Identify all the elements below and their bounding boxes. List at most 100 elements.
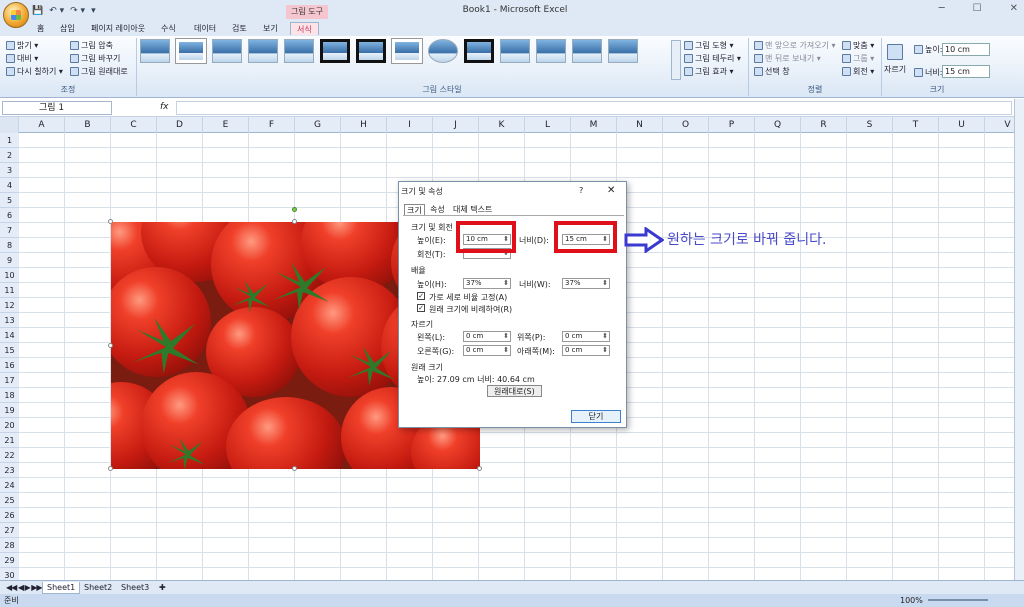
resize-handle[interactable] [292,219,297,224]
gallery-scroll[interactable] [671,40,681,80]
column-header[interactable]: B [65,117,111,133]
style-thumb[interactable] [356,39,386,63]
recolor-button[interactable]: 다시 칠하기 ▾ [6,66,63,77]
scale-height-input[interactable]: 37% [463,278,511,289]
row-header[interactable]: 10 [0,268,19,283]
bring-front-button[interactable]: 맨 앞으로 가져오기 ▾ [754,40,836,51]
style-thumb[interactable] [464,39,494,63]
crop-left-input[interactable]: 0 cm [463,331,511,342]
ribbon-width-input[interactable]: 15 cm [942,65,990,78]
zoom-level[interactable]: 100% [900,594,923,607]
undo-icon[interactable]: ↶ ▾ [49,6,64,16]
resize-handle[interactable] [477,466,482,471]
close-dialog-button[interactable]: 닫기 [571,410,621,423]
dialog-close-x[interactable]: ✕ [607,185,615,196]
name-box[interactable]: 그림 1 [2,101,112,115]
style-thumb[interactable] [428,39,458,63]
zoom-slider[interactable] [928,599,988,601]
row-header[interactable]: 6 [0,208,19,223]
row-header[interactable]: 3 [0,163,19,178]
style-thumb[interactable] [176,39,206,63]
column-header[interactable]: P [709,117,755,133]
column-header[interactable]: M [571,117,617,133]
row-header[interactable]: 7 [0,223,19,238]
resize-handle[interactable] [292,466,297,471]
compress-picture-button[interactable]: 그림 압축 [70,40,113,51]
reset-picture-button[interactable]: 그림 원래대로 [70,66,128,77]
style-thumb[interactable] [392,39,422,63]
row-header[interactable]: 17 [0,373,19,388]
row-header[interactable]: 16 [0,358,19,373]
row-header[interactable]: 13 [0,313,19,328]
sheet-tab-2[interactable]: Sheet2 [80,582,116,594]
relative-size-checkbox[interactable]: ✓ [417,304,425,312]
column-header[interactable]: L [525,117,571,133]
vertical-scrollbar[interactable] [1014,99,1024,580]
maximize-button[interactable]: ☐ [973,3,982,14]
rotate-handle[interactable] [292,207,297,212]
tab-view[interactable]: 보기 [263,22,278,35]
row-header[interactable]: 21 [0,433,19,448]
sheet-tab-3[interactable]: Sheet3 [117,582,153,594]
column-header[interactable]: D [157,117,203,133]
row-header[interactable]: 27 [0,523,19,538]
save-icon[interactable]: 💾 [32,6,43,16]
column-header[interactable]: K [479,117,525,133]
help-button[interactable]: ? [579,186,583,195]
column-header[interactable]: Q [755,117,801,133]
select-all-corner[interactable] [0,117,19,133]
reset-button[interactable]: 원래대로(S) [487,385,542,397]
style-thumb[interactable] [140,39,170,63]
column-header[interactable]: O [663,117,709,133]
tab-review[interactable]: 검토 [232,22,247,35]
row-header[interactable]: 4 [0,178,19,193]
change-picture-button[interactable]: 그림 바꾸기 [70,53,120,64]
fx-icon[interactable]: fx [160,102,169,112]
align-button[interactable]: 맞춤 ▾ [842,40,874,51]
style-thumb[interactable] [212,39,242,63]
resize-handle[interactable] [108,219,113,224]
column-header[interactable]: E [203,117,249,133]
resize-handle[interactable] [108,466,113,471]
row-header[interactable]: 9 [0,253,19,268]
tab-home[interactable]: 홈 [37,22,44,35]
group-button[interactable]: 그룹 ▾ [842,53,874,64]
column-header[interactable]: R [801,117,847,133]
tab-alt-text[interactable]: 대체 텍스트 [453,204,492,215]
customize-qat-icon[interactable]: ▾ [91,6,96,16]
sheet-nav-buttons[interactable]: ◀◀ ◀ ▶ ▶▶ [2,582,46,594]
crop-button[interactable]: 자르기 [884,44,906,75]
tab-data[interactable]: 데이터 [194,22,216,35]
column-header[interactable]: A [19,117,65,133]
resize-handle[interactable] [108,343,113,348]
picture-border-button[interactable]: 그림 테두리 ▾ [684,53,741,64]
crop-bottom-input[interactable]: 0 cm [562,345,610,356]
contrast-button[interactable]: 대비 ▾ [6,53,38,64]
column-header[interactable]: U [939,117,985,133]
row-header[interactable]: 28 [0,538,19,553]
send-back-button[interactable]: 맨 뒤로 보내기 ▾ [754,53,821,64]
row-header[interactable]: 29 [0,553,19,568]
row-header[interactable]: 25 [0,493,19,508]
row-header[interactable]: 12 [0,298,19,313]
picture-styles-gallery[interactable] [140,39,638,63]
column-header[interactable]: F [249,117,295,133]
row-header[interactable]: 1 [0,133,19,148]
column-header[interactable]: I [387,117,433,133]
column-header[interactable]: G [295,117,341,133]
ribbon-height-input[interactable]: 10 cm [942,43,990,56]
style-thumb[interactable] [500,39,530,63]
brightness-button[interactable]: 밝기 ▾ [6,40,38,51]
tab-format[interactable]: 서식 [290,22,319,35]
close-button[interactable]: ✕ [1010,3,1018,14]
column-header[interactable]: J [433,117,479,133]
row-header[interactable]: 24 [0,478,19,493]
lock-ratio-checkbox[interactable]: ✓ [417,292,425,300]
scale-width-input[interactable]: 37% [562,278,610,289]
office-button[interactable] [3,2,29,28]
crop-right-input[interactable]: 0 cm [463,345,511,356]
insert-sheet-icon[interactable]: ✚ [155,582,170,594]
style-thumb[interactable] [248,39,278,63]
row-header[interactable]: 8 [0,238,19,253]
row-header[interactable]: 5 [0,193,19,208]
